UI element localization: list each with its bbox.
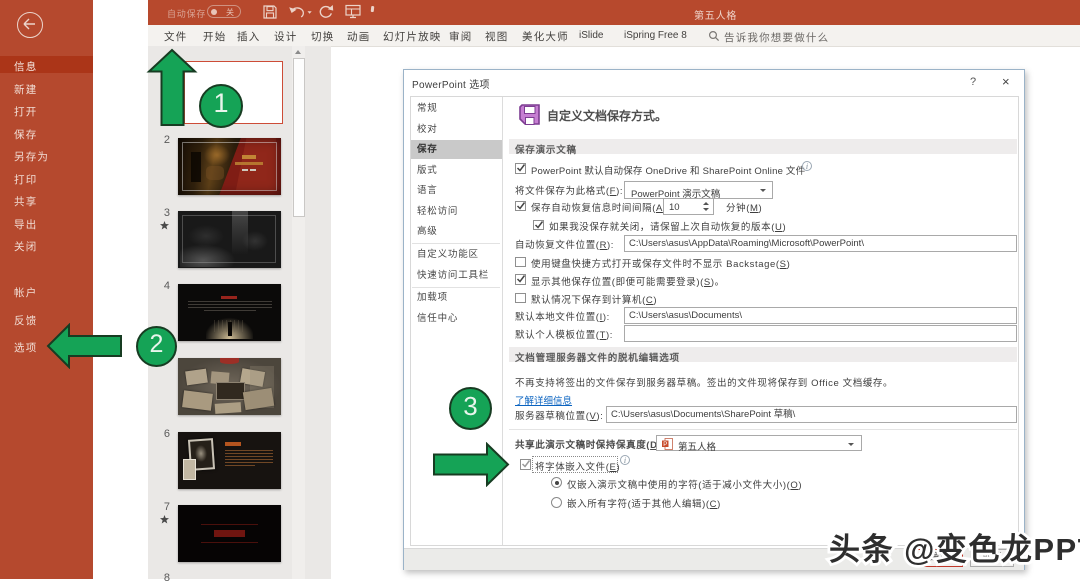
svg-text:P: P: [663, 442, 667, 448]
